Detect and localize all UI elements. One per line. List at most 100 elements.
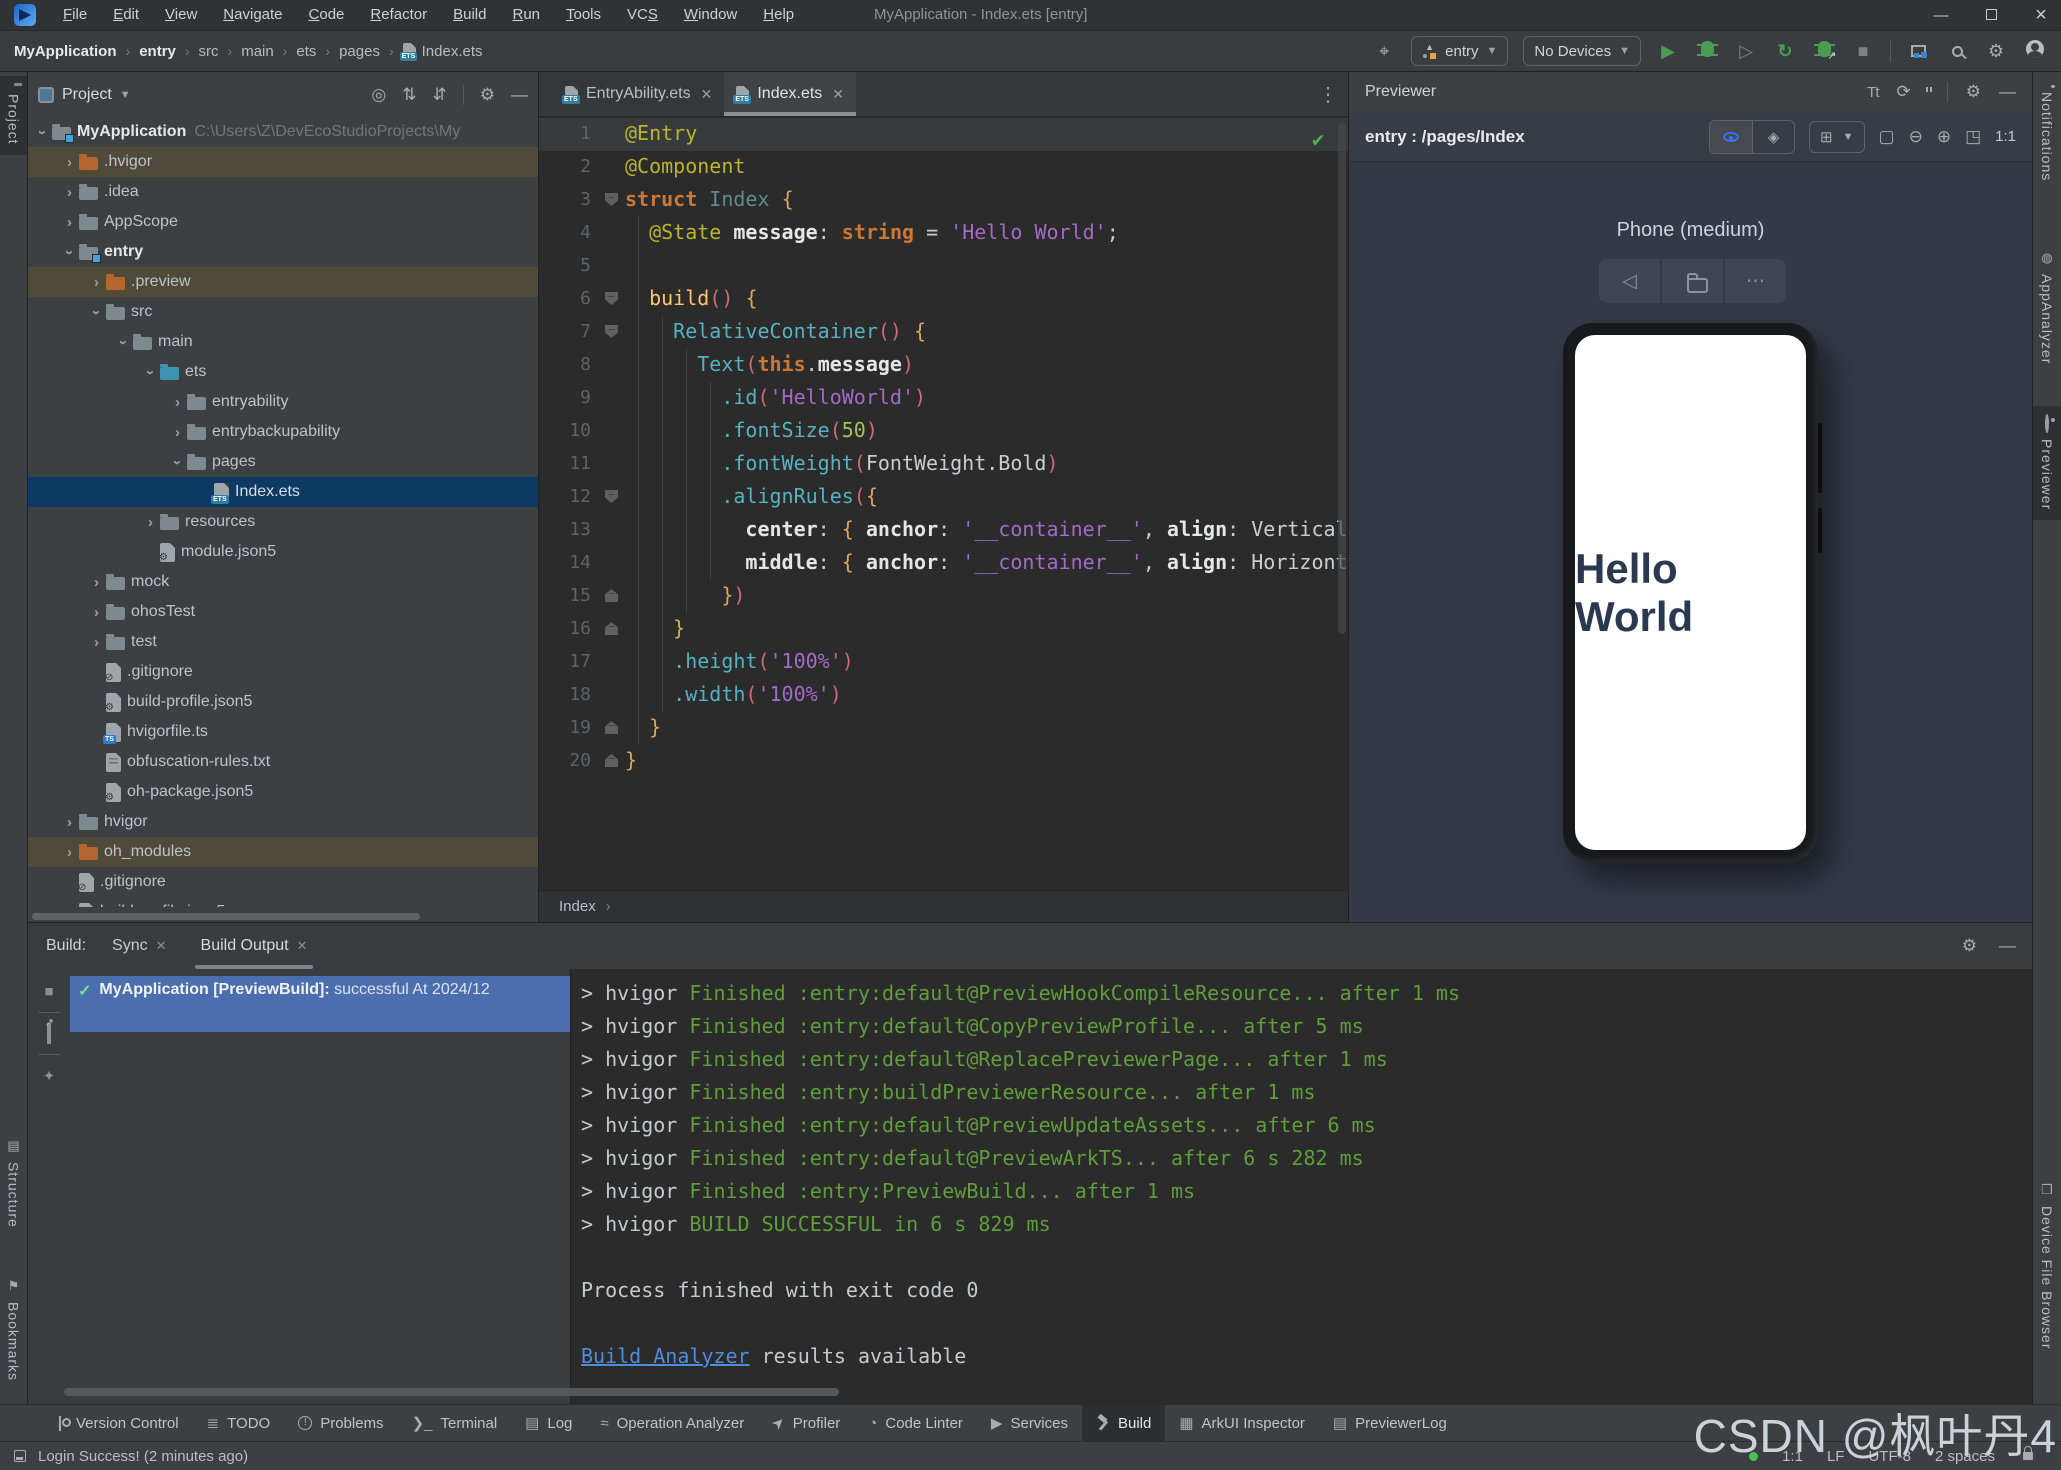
tree-row-hvigor[interactable]: › hvigor [28,807,538,837]
toolwindow-problems[interactable]: ! Problems [284,1405,397,1441]
breadcrumb-item[interactable]: Index [559,898,596,915]
tree-row--preview[interactable]: › .preview [28,267,538,297]
menu-window[interactable]: Window [671,0,750,30]
chevron-expanded-icon[interactable]: › [60,244,79,261]
tree-row-build-profile-json5[interactable]: ⚙ build-profile.json5 [28,687,538,717]
tab-close-icon[interactable]: ✕ [297,938,308,954]
attach-debugger-icon[interactable]: ↗ [1812,40,1837,62]
run-icon[interactable]: ▶ [1656,41,1680,62]
expand-all-icon[interactable]: ⇅ [402,85,416,105]
chevron-collapsed-icon[interactable]: › [141,514,160,531]
back-icon[interactable]: ◁ [1599,259,1660,303]
toolwindow-opanalyzer[interactable]: ≈ Operation Analyzer [586,1405,758,1441]
hide-panel-icon[interactable]: — [511,85,528,105]
code-editor[interactable]: 1 @Entry 2 @Component 3– struct Index {4 @Sta… [539,117,1348,928]
tree-row-oh-package-json5[interactable]: ⚙ oh-package.json5 [28,777,538,807]
menu-view[interactable]: View [152,0,210,30]
panel-toggle-icon[interactable] [14,1450,26,1462]
toolwindow-services[interactable]: ▶ Services [977,1405,1082,1441]
toolwindow-arkui[interactable]: ▦ ArkUI Inspector [1165,1405,1319,1441]
inspection-ok-icon[interactable]: ✔ [1312,127,1324,151]
build-tab-sync[interactable]: Sync ✕ [112,923,166,969]
menu-file[interactable]: File [50,0,100,30]
toolwindow-terminal[interactable]: ❯_ Terminal [398,1405,512,1441]
tab-close-icon[interactable]: ✕ [701,86,713,103]
tree-row--gitignore[interactable]: ⊘ .gitignore [28,867,538,897]
menu-navigate[interactable]: Navigate [210,0,295,30]
refresh-icon[interactable]: ⟳ [1897,82,1911,102]
breadcrumb-item[interactable]: src [199,43,219,60]
build-tab-build-output[interactable]: Build Output ✕ [194,923,314,969]
tool-tab-appanalyzer[interactable]: ◍ AppAnalyzer [2033,240,2061,374]
chevron-collapsed-icon[interactable]: › [60,844,79,861]
zoom-out-icon[interactable]: ⊖ [1909,127,1923,147]
tool-tab-previewer[interactable]: Previewer [2033,406,2061,521]
tree-row-ets[interactable]: › ets [28,357,538,387]
rerun-icon[interactable]: ↻ [1773,41,1797,62]
search-icon[interactable] [1945,41,1969,62]
build-console[interactable]: > hvigor Finished :entry:default@Preview… [570,969,2032,1404]
tree-row-src[interactable]: › src [28,297,538,327]
module-selector[interactable]: ▲ entry ▼ [1411,36,1509,66]
console-hscrollbar[interactable] [64,1388,839,1396]
tab-close-icon[interactable]: ✕ [832,86,844,103]
collapse-all-icon[interactable]: ⇵ [433,85,447,105]
chevron-collapsed-icon[interactable]: › [87,604,106,621]
menu-tools[interactable]: Tools [553,0,614,30]
tab-close-icon[interactable]: ✕ [156,938,167,954]
breadcrumb-item[interactable]: ets [296,43,316,60]
minimize-icon[interactable]: — [1929,7,1953,24]
chevron-collapsed-icon[interactable]: › [87,574,106,591]
build-status-item[interactable]: ✓ MyApplication [PreviewBuild]: successf… [70,976,596,1032]
previewer-settings-gear-icon[interactable]: ⚙ [1966,82,1981,102]
gutter-fold[interactable]: – [601,711,625,744]
frame-select-icon[interactable]: ▢ [1879,127,1895,147]
layers-toggle[interactable]: ◈ [1752,120,1794,153]
menu-code[interactable]: Code [296,0,358,30]
chevron-collapsed-icon[interactable]: › [168,394,187,411]
zoom-in-icon[interactable]: ⊕ [1937,127,1951,147]
tree-row-obfuscation-rules-txt[interactable]: obfuscation-rules.txt [28,747,538,777]
tree-row-pages[interactable]: › pages [28,447,538,477]
toolwindow-plog[interactable]: ▤ PreviewerLog [1319,1405,1461,1441]
profile-avatar-icon[interactable] [2023,39,2047,63]
tree-row--idea[interactable]: › .idea [28,177,538,207]
tree-row-entry[interactable]: › entry [28,237,538,267]
chevron-expanded-icon[interactable]: › [141,364,160,381]
close-icon[interactable]: × [2029,4,2053,27]
breadcrumb-item[interactable]: pages [339,43,380,60]
chevron-expanded-icon[interactable]: › [114,334,133,351]
menu-run[interactable]: Run [499,0,553,30]
chevron-collapsed-icon[interactable]: › [87,634,106,651]
tool-tab-project[interactable]: Project [0,76,27,155]
toolwindow-build[interactable]: Build [1082,1405,1166,1441]
toolwindow-todo[interactable]: ≣ TODO [193,1405,285,1441]
breadcrumb-item[interactable]: MyApplication [14,43,117,60]
profiler-run-icon[interactable]: ▷ [1734,41,1758,62]
menu-refactor[interactable]: Refactor [357,0,440,30]
tree-row-module-json5[interactable]: ⚙ module.json5 [28,537,538,567]
locate-icon[interactable]: ⌖ [1372,41,1396,62]
build-analyzer-link[interactable]: Build Analyzer [581,1344,750,1368]
gutter-fold[interactable]: – [601,282,625,315]
chevron-down-icon[interactable]: ▼ [120,89,131,101]
gutter-fold[interactable]: – [601,480,625,513]
hide-previewer-icon[interactable]: — [1999,82,2016,102]
fit-screen-icon[interactable]: ◳ [1965,127,1981,147]
menu-vcs[interactable]: VCS [614,0,671,30]
zoom-ratio-label[interactable]: 1:1 [1995,128,2016,145]
stop-icon[interactable]: ■ [1851,41,1875,62]
chevron-expanded-icon[interactable]: › [87,304,106,321]
chevron-expanded-icon[interactable]: › [168,454,187,471]
tree-row-build-profile-json5[interactable]: ⚙ build-profile.json5 [28,897,538,907]
component-grid-selector[interactable]: ⊞ ▼ [1809,120,1865,153]
gutter-fold[interactable]: – [601,315,625,348]
chevron-expanded-icon[interactable]: › [33,124,52,141]
build-settings-gear-icon[interactable]: ⚙ [1962,936,1977,956]
tree-row-oh-modules[interactable]: › oh_modules [28,837,538,867]
tool-tab-bookmarks[interactable]: ⚑ Bookmarks [0,1268,27,1391]
gutter-fold[interactable]: – [601,183,625,216]
editor-tab-entryability.ets[interactable]: ETS EntryAbility.ets ✕ [553,72,724,116]
settings-gear-icon[interactable]: ⚙ [1984,41,2008,62]
device-selector[interactable]: No Devices ▼ [1523,36,1641,66]
